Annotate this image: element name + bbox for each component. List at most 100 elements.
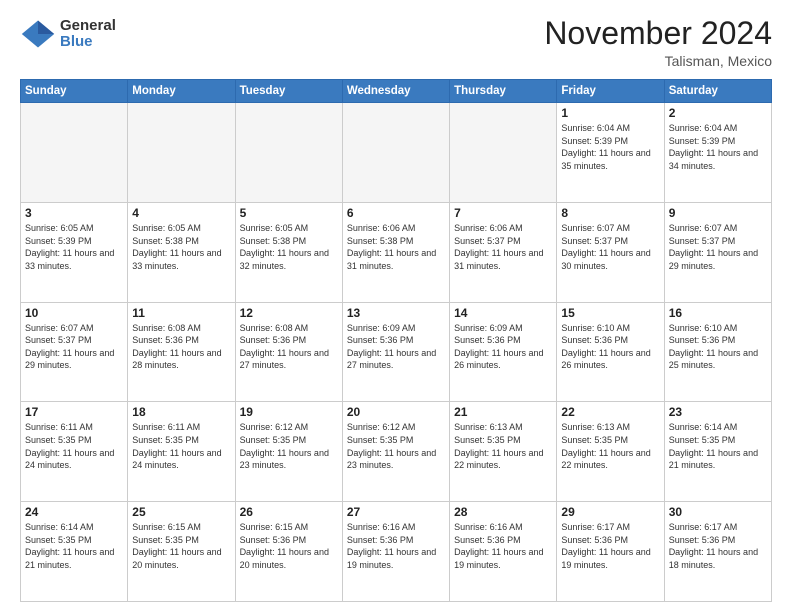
day-info: Sunrise: 6:08 AMSunset: 5:36 PMDaylight:… (240, 322, 338, 372)
calendar-cell: 27Sunrise: 6:16 AMSunset: 5:36 PMDayligh… (342, 502, 449, 602)
header: General Blue November 2024 Talisman, Mex… (20, 16, 772, 69)
location: Talisman, Mexico (544, 53, 772, 69)
logo-blue-text: Blue (60, 34, 116, 51)
calendar-cell: 7 Sunrise: 6:06 AMSunset: 5:37 PMDaylight… (450, 202, 557, 302)
day-number: 29 (561, 505, 659, 519)
day-of-week-thursday: Thursday (450, 80, 557, 103)
calendar-cell (235, 103, 342, 203)
calendar-cell: 6 Sunrise: 6:06 AMSunset: 5:38 PMDaylight… (342, 202, 449, 302)
calendar-cell: 9 Sunrise: 6:07 AMSunset: 5:37 PMDaylight… (664, 202, 771, 302)
day-number: 12 (240, 306, 338, 320)
logo-general-text: General (60, 18, 116, 35)
day-number: 10 (25, 306, 123, 320)
calendar-cell (128, 103, 235, 203)
calendar-cell (342, 103, 449, 203)
day-info: Sunrise: 6:10 AMSunset: 5:36 PMDaylight:… (669, 322, 767, 372)
day-info: Sunrise: 6:05 AMSunset: 5:38 PMDaylight:… (132, 222, 230, 272)
week-row-3: 17 Sunrise: 6:11 AMSunset: 5:35 PMDayligh… (21, 402, 772, 502)
calendar-cell: 26Sunrise: 6:15 AMSunset: 5:36 PMDayligh… (235, 502, 342, 602)
day-info: Sunrise: 6:06 AMSunset: 5:38 PMDaylight:… (347, 222, 445, 272)
day-number: 2 (669, 106, 767, 120)
day-info: Sunrise: 6:08 AMSunset: 5:36 PMDaylight:… (132, 322, 230, 372)
calendar-cell: 2 Sunrise: 6:04 AMSunset: 5:39 PMDaylight… (664, 103, 771, 203)
day-number: 19 (240, 405, 338, 419)
day-of-week-saturday: Saturday (664, 80, 771, 103)
calendar-cell: 20 Sunrise: 6:12 AMSunset: 5:35 PMDayligh… (342, 402, 449, 502)
day-number: 13 (347, 306, 445, 320)
day-info: Sunrise: 6:17 AMSunset: 5:36 PMDaylight:… (669, 521, 767, 571)
calendar-cell: 14 Sunrise: 6:09 AMSunset: 5:36 PMDayligh… (450, 302, 557, 402)
calendar-cell: 1Sunrise: 6:04 AMSunset: 5:39 PMDaylight… (557, 103, 664, 203)
title-block: November 2024 Talisman, Mexico (544, 16, 772, 69)
week-row-1: 3 Sunrise: 6:05 AMSunset: 5:39 PMDaylight… (21, 202, 772, 302)
day-info: Sunrise: 6:11 AMSunset: 5:35 PMDaylight:… (25, 421, 123, 471)
day-info: Sunrise: 6:07 AMSunset: 5:37 PMDaylight:… (561, 222, 659, 272)
calendar-cell: 24 Sunrise: 6:14 AMSunset: 5:35 PMDayligh… (21, 502, 128, 602)
calendar-cell: 28Sunrise: 6:16 AMSunset: 5:36 PMDayligh… (450, 502, 557, 602)
calendar-cell: 22Sunrise: 6:13 AMSunset: 5:35 PMDayligh… (557, 402, 664, 502)
day-info: Sunrise: 6:10 AMSunset: 5:36 PMDaylight:… (561, 322, 659, 372)
calendar-cell: 25Sunrise: 6:15 AMSunset: 5:35 PMDayligh… (128, 502, 235, 602)
day-info: Sunrise: 6:04 AMSunset: 5:39 PMDaylight:… (561, 122, 659, 172)
day-info: Sunrise: 6:11 AMSunset: 5:35 PMDaylight:… (132, 421, 230, 471)
day-info: Sunrise: 6:09 AMSunset: 5:36 PMDaylight:… (347, 322, 445, 372)
day-number: 7 (454, 206, 552, 220)
day-number: 21 (454, 405, 552, 419)
day-number: 3 (25, 206, 123, 220)
day-number: 20 (347, 405, 445, 419)
page: General Blue November 2024 Talisman, Mex… (0, 0, 792, 612)
day-info: Sunrise: 6:07 AMSunset: 5:37 PMDaylight:… (669, 222, 767, 272)
calendar-cell: 3 Sunrise: 6:05 AMSunset: 5:39 PMDaylight… (21, 202, 128, 302)
day-info: Sunrise: 6:13 AMSunset: 5:35 PMDaylight:… (561, 421, 659, 471)
calendar-cell: 23 Sunrise: 6:14 AMSunset: 5:35 PMDayligh… (664, 402, 771, 502)
day-number: 6 (347, 206, 445, 220)
day-of-week-monday: Monday (128, 80, 235, 103)
day-number: 4 (132, 206, 230, 220)
day-info: Sunrise: 6:16 AMSunset: 5:36 PMDaylight:… (347, 521, 445, 571)
calendar-cell: 21Sunrise: 6:13 AMSunset: 5:35 PMDayligh… (450, 402, 557, 502)
day-number: 24 (25, 505, 123, 519)
day-of-week-sunday: Sunday (21, 80, 128, 103)
day-info: Sunrise: 6:05 AMSunset: 5:39 PMDaylight:… (25, 222, 123, 272)
day-info: Sunrise: 6:06 AMSunset: 5:37 PMDaylight:… (454, 222, 552, 272)
day-number: 16 (669, 306, 767, 320)
calendar-cell: 30 Sunrise: 6:17 AMSunset: 5:36 PMDayligh… (664, 502, 771, 602)
day-number: 30 (669, 505, 767, 519)
day-info: Sunrise: 6:04 AMSunset: 5:39 PMDaylight:… (669, 122, 767, 172)
day-number: 28 (454, 505, 552, 519)
calendar-cell: 16 Sunrise: 6:10 AMSunset: 5:36 PMDayligh… (664, 302, 771, 402)
day-of-week-friday: Friday (557, 80, 664, 103)
calendar-cell: 13 Sunrise: 6:09 AMSunset: 5:36 PMDayligh… (342, 302, 449, 402)
day-info: Sunrise: 6:05 AMSunset: 5:38 PMDaylight:… (240, 222, 338, 272)
day-info: Sunrise: 6:15 AMSunset: 5:36 PMDaylight:… (240, 521, 338, 571)
day-number: 23 (669, 405, 767, 419)
day-info: Sunrise: 6:07 AMSunset: 5:37 PMDaylight:… (25, 322, 123, 372)
day-of-week-tuesday: Tuesday (235, 80, 342, 103)
logo: General Blue (20, 16, 116, 52)
week-row-0: 1Sunrise: 6:04 AMSunset: 5:39 PMDaylight… (21, 103, 772, 203)
day-info: Sunrise: 6:12 AMSunset: 5:35 PMDaylight:… (240, 421, 338, 471)
week-row-2: 10 Sunrise: 6:07 AMSunset: 5:37 PMDayligh… (21, 302, 772, 402)
day-number: 25 (132, 505, 230, 519)
day-info: Sunrise: 6:12 AMSunset: 5:35 PMDaylight:… (347, 421, 445, 471)
day-number: 8 (561, 206, 659, 220)
day-number: 14 (454, 306, 552, 320)
calendar-cell: 15 Sunrise: 6:10 AMSunset: 5:36 PMDayligh… (557, 302, 664, 402)
calendar-cell: 8 Sunrise: 6:07 AMSunset: 5:37 PMDaylight… (557, 202, 664, 302)
month-title: November 2024 (544, 16, 772, 51)
day-info: Sunrise: 6:14 AMSunset: 5:35 PMDaylight:… (25, 521, 123, 571)
week-row-4: 24 Sunrise: 6:14 AMSunset: 5:35 PMDayligh… (21, 502, 772, 602)
calendar-cell (21, 103, 128, 203)
calendar-cell: 10 Sunrise: 6:07 AMSunset: 5:37 PMDayligh… (21, 302, 128, 402)
calendar-cell: 29Sunrise: 6:17 AMSunset: 5:36 PMDayligh… (557, 502, 664, 602)
calendar-cell: 18Sunrise: 6:11 AMSunset: 5:35 PMDayligh… (128, 402, 235, 502)
day-info: Sunrise: 6:09 AMSunset: 5:36 PMDaylight:… (454, 322, 552, 372)
day-number: 15 (561, 306, 659, 320)
day-number: 11 (132, 306, 230, 320)
day-info: Sunrise: 6:14 AMSunset: 5:35 PMDaylight:… (669, 421, 767, 471)
logo-text: General Blue (60, 18, 116, 51)
day-number: 5 (240, 206, 338, 220)
calendar-cell: 19 Sunrise: 6:12 AMSunset: 5:35 PMDayligh… (235, 402, 342, 502)
day-number: 17 (25, 405, 123, 419)
day-number: 9 (669, 206, 767, 220)
